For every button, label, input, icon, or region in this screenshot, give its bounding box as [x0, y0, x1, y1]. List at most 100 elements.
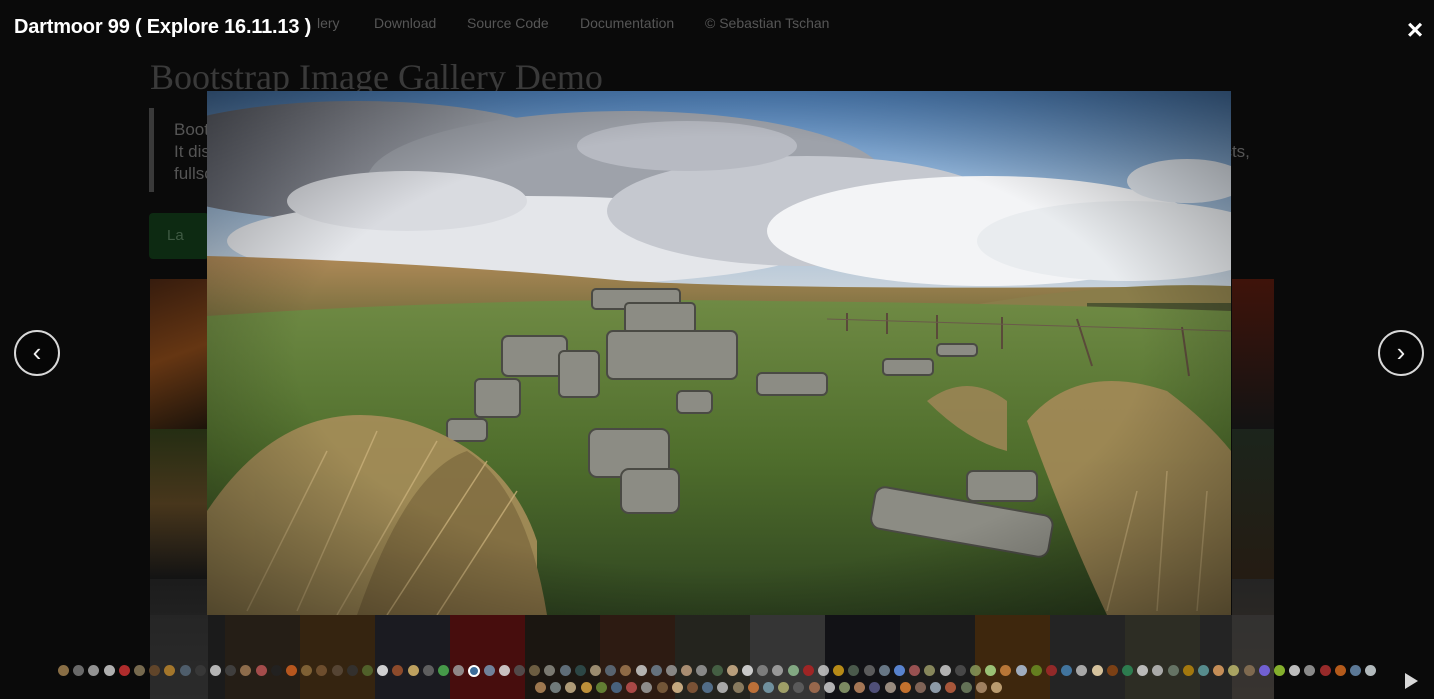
- slide-indicator[interactable]: [818, 665, 829, 676]
- slide-indicator[interactable]: [1350, 665, 1361, 676]
- slide-indicator[interactable]: [194, 665, 206, 676]
- slide-indicator[interactable]: [717, 682, 729, 693]
- slide-indicator[interactable]: [1167, 665, 1179, 676]
- slide-indicator[interactable]: [711, 665, 723, 676]
- slide-indicator[interactable]: [225, 665, 237, 676]
- slide-indicator[interactable]: [377, 665, 389, 676]
- slide-indicator[interactable]: [763, 682, 774, 693]
- slide-indicator[interactable]: [134, 665, 145, 676]
- play-slideshow-button[interactable]: [1405, 673, 1418, 689]
- slide-indicator[interactable]: [103, 665, 115, 676]
- slide-indicator[interactable]: [286, 665, 297, 676]
- slide-indicator[interactable]: [823, 682, 835, 693]
- slide-indicator[interactable]: [696, 665, 708, 676]
- slide-indicator[interactable]: [179, 665, 191, 676]
- slide-indicator[interactable]: [1243, 665, 1255, 676]
- slide-indicator[interactable]: [854, 682, 866, 693]
- slide-indicator[interactable]: [483, 665, 495, 676]
- slide-indicator[interactable]: [1274, 665, 1285, 676]
- slide-indicator[interactable]: [1228, 665, 1240, 676]
- slide-indicator[interactable]: [210, 665, 221, 676]
- next-slide-button[interactable]: ›: [1378, 330, 1424, 376]
- slide-indicator[interactable]: [514, 665, 525, 676]
- slide-indicator[interactable]: [726, 665, 738, 676]
- slide-indicator[interactable]: [88, 665, 100, 676]
- slide-indicator[interactable]: [1046, 665, 1057, 676]
- slide-indicator[interactable]: [1061, 665, 1073, 676]
- slide-indicator[interactable]: [605, 665, 617, 676]
- slide-indicator[interactable]: [869, 682, 881, 693]
- slide-indicator[interactable]: [848, 665, 860, 676]
- slide-indicator[interactable]: [681, 665, 693, 676]
- close-button[interactable]: ×: [1401, 16, 1429, 44]
- slide-indicator[interactable]: [924, 665, 936, 676]
- slide-indicator[interactable]: [1091, 665, 1103, 676]
- slide-indicator[interactable]: [666, 665, 677, 676]
- slide-indicator[interactable]: [641, 682, 653, 693]
- slide-indicator[interactable]: [939, 665, 951, 676]
- slide-indicator[interactable]: [960, 682, 972, 693]
- slide-indicator[interactable]: [362, 665, 373, 676]
- slide-indicator[interactable]: [915, 682, 926, 693]
- slide-indicator[interactable]: [550, 682, 562, 693]
- slide-indicator[interactable]: [687, 682, 698, 693]
- slide-indicator[interactable]: [1152, 665, 1164, 676]
- slide-indicator[interactable]: [1182, 665, 1194, 676]
- slide-indicator[interactable]: [58, 665, 69, 676]
- slide-indicator[interactable]: [468, 665, 481, 677]
- slide-indicator[interactable]: [544, 665, 556, 676]
- slide-indicator[interactable]: [909, 665, 921, 676]
- slide-indicator[interactable]: [635, 665, 647, 676]
- slide-indicator[interactable]: [1030, 665, 1042, 676]
- slide-indicator[interactable]: [1304, 665, 1316, 676]
- slide-indicator[interactable]: [574, 665, 586, 676]
- slide-indicator[interactable]: [164, 665, 176, 676]
- slide-indicator[interactable]: [975, 682, 987, 693]
- slide-indicator[interactable]: [392, 665, 404, 676]
- slide-indicator[interactable]: [301, 665, 313, 676]
- slide-indicator[interactable]: [945, 682, 957, 693]
- slide-indicator[interactable]: [626, 682, 638, 693]
- slide-indicator[interactable]: [808, 682, 820, 693]
- slide-indicator[interactable]: [787, 665, 799, 676]
- slide-indicator[interactable]: [1106, 665, 1118, 676]
- slide-indicator[interactable]: [535, 682, 546, 693]
- slide-indicator[interactable]: [970, 665, 981, 676]
- slide-indicator[interactable]: [991, 682, 1002, 693]
- slide-indicator[interactable]: [565, 682, 577, 693]
- slide-indicator[interactable]: [742, 665, 753, 676]
- slide-indicator[interactable]: [985, 665, 997, 676]
- slide-indicator[interactable]: [894, 665, 905, 676]
- slide-indicator[interactable]: [1076, 665, 1088, 676]
- slide-indicator[interactable]: [316, 665, 328, 676]
- slide-indicator[interactable]: [899, 682, 911, 693]
- slide-indicator[interactable]: [833, 665, 845, 676]
- slide-indicator[interactable]: [732, 682, 744, 693]
- slide-indicator[interactable]: [270, 665, 282, 676]
- slide-indicator[interactable]: [595, 682, 607, 693]
- slide-indicator[interactable]: [839, 682, 850, 693]
- slide-indicator[interactable]: [671, 682, 683, 693]
- slide-indicator[interactable]: [1258, 665, 1270, 676]
- slide-indicator[interactable]: [255, 665, 267, 676]
- slide-indicator[interactable]: [118, 665, 130, 676]
- slide-indicator[interactable]: [407, 665, 419, 676]
- slide-indicator[interactable]: [529, 665, 541, 676]
- slide-indicator[interactable]: [702, 682, 714, 693]
- slide-indicator[interactable]: [802, 665, 814, 676]
- slide-indicator[interactable]: [240, 665, 252, 676]
- slide-indicator[interactable]: [793, 682, 805, 693]
- slide-indicator[interactable]: [73, 665, 85, 676]
- slide-indicator[interactable]: [149, 665, 161, 676]
- previous-slide-button[interactable]: ‹: [14, 330, 60, 376]
- slide-indicator[interactable]: [884, 682, 896, 693]
- slide-indicator[interactable]: [757, 665, 769, 676]
- slide-indicator[interactable]: [1334, 665, 1346, 676]
- slide-indicator[interactable]: [1365, 665, 1377, 676]
- slide-indicator[interactable]: [331, 665, 343, 676]
- slide-indicator[interactable]: [747, 682, 759, 693]
- slide-indicator[interactable]: [1289, 665, 1301, 676]
- slide-indicator[interactable]: [863, 665, 875, 676]
- slide-indicator[interactable]: [1213, 665, 1225, 676]
- slide-indicator[interactable]: [611, 682, 622, 693]
